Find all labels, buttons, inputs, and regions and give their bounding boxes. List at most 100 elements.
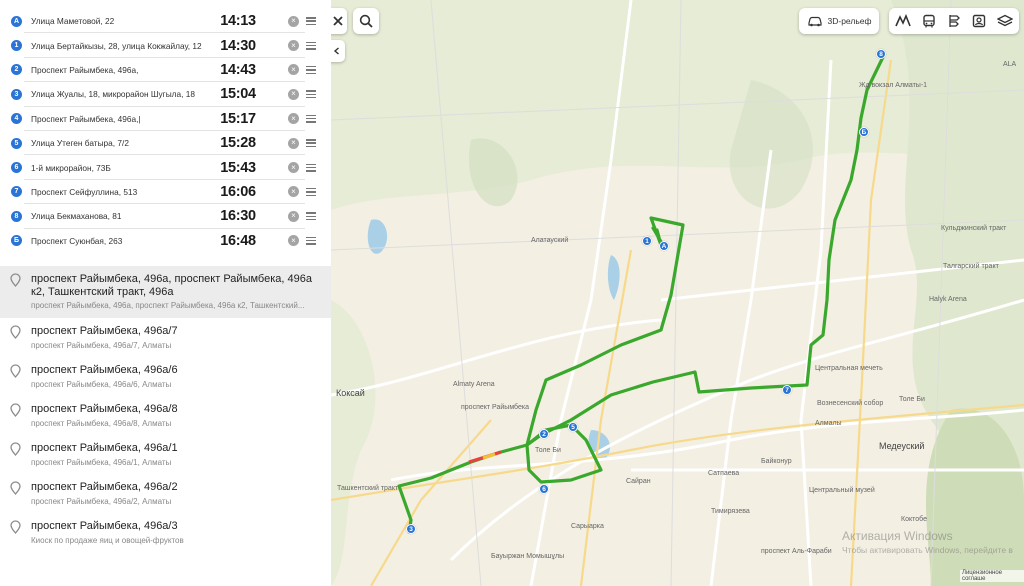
route-stop-row[interactable]: A Улица Маметовой, 22 14:13 × [0,9,331,34]
route-map-marker[interactable]: 5 [568,422,578,432]
route-stop-row[interactable]: 1 Улица Бертайкызы, 28, улица Кокжайлау, … [0,33,331,59]
map-tools [889,8,1019,34]
drag-handle-icon[interactable] [306,187,316,196]
route-stop-address[interactable]: Улица Бекмаханова, 81 [31,211,221,221]
drag-handle-icon[interactable] [306,163,316,172]
close-icon: × [291,40,296,50]
route-stop-row[interactable]: 7 Проспект Сейфуллина, 513 16:06 × [0,180,331,205]
route-icon[interactable] [947,14,961,28]
clear-stop-button[interactable]: × [288,137,299,149]
license-link[interactable]: Лицензионное соглаше [960,570,1024,582]
route-stop-row[interactable]: 3 Улица Жуалы, 18, микрорайон Шугыла, 18 1… [0,82,331,107]
drag-handle-icon[interactable] [306,139,316,148]
suggestion-title: проспект Райымбека, 496а/2 [31,481,178,493]
route-stop-address[interactable]: Улица Маметовой, 22 [31,16,221,26]
suggestion-title: проспект Райымбека, 496а/6 [31,364,178,376]
address-suggestion[interactable]: проспект Райымбека, 496а/3 Киоск по прода… [0,513,331,552]
map-label-al-farabi: проспект Аль-Фараби [761,548,832,555]
clear-stop-button[interactable]: × [288,40,299,52]
close-icon: × [291,64,296,74]
clear-stop-button[interactable]: × [288,64,299,76]
drag-handle-icon[interactable] [306,236,316,245]
route-map-marker[interactable]: 6 [539,484,549,494]
layers-icon[interactable] [997,14,1014,28]
route-map-marker[interactable]: A [659,241,669,251]
route-map-marker[interactable]: Б [859,127,869,137]
close-button[interactable] [331,8,347,34]
address-suggestion[interactable]: проспект Райымбека, 496а/2 проспект Райым… [0,474,331,513]
relief-3d-label: 3D-рельеф [827,16,872,26]
route-map-marker[interactable]: 3 [406,524,416,534]
drag-handle-icon[interactable] [306,90,316,99]
map-label-tole-bi: Толе Би [535,447,561,454]
route-stop-marker: 8 [11,210,22,222]
drag-handle-icon[interactable] [306,212,316,221]
map-label-koksay: Коксай [336,388,365,398]
route-stop-address[interactable]: Проспект Сейфуллина, 513 [31,187,221,197]
map-pin-icon [10,442,21,456]
route-map-marker[interactable]: 2 [539,429,549,439]
route-map-marker[interactable]: 7 [782,385,792,395]
route-stop-address[interactable]: 1-й микрорайон, 73Б [31,163,221,173]
map-label-sarsai: Сарыарка [571,523,604,530]
photo-icon[interactable] [972,14,986,28]
route-stop-time: 16:48 [220,232,256,249]
ruler-icon[interactable] [894,14,911,28]
route-stop-row[interactable]: 6 1-й микрорайон, 73Б 15:43 × [0,155,331,181]
route-stop-row[interactable]: 8 Улица Бекмаханова, 81 16:30 × [0,204,331,229]
search-button[interactable] [353,8,379,34]
map-label-stadium-almaty: Almaty Arena [453,381,495,388]
route-stop-marker: 4 [11,113,22,125]
map-pin-icon [10,403,21,417]
route-stop-row[interactable]: 2 Проспект Райымбека, 496а, 14:43 × [0,58,331,83]
route-stop-time: 14:13 [220,13,256,30]
route-map-marker[interactable]: 1 [642,236,652,246]
route-stop-row[interactable]: 5 Улица Утеген батыра, 7/2 15:28 × [0,131,331,156]
address-suggestion[interactable]: проспект Райымбека, 496а/8 проспект Райым… [0,396,331,435]
map-label-tole-bi-2: Толе Би [899,396,925,403]
drag-handle-icon[interactable] [306,114,316,123]
route-stop-address[interactable]: Улица Утеген батыра, 7/2 [31,138,221,148]
route-stop-address[interactable]: Улица Бертайкызы, 28, улица Кокжайлау, 1… [31,41,221,51]
drag-handle-icon[interactable] [306,17,316,26]
route-map-marker[interactable]: 8 [876,49,886,59]
chevron-left-icon [333,47,339,55]
map-pin-icon [10,481,21,495]
collapse-panel-button[interactable] [331,40,345,62]
drag-handle-icon[interactable] [306,41,316,50]
clear-stop-button[interactable]: × [288,210,299,222]
address-suggestion[interactable]: проспект Райымбека, 496а, проспект Райым… [0,266,331,318]
bus-icon[interactable] [922,14,936,28]
map-view[interactable]: A1 2 3 5 6 7 8 Б Коксай Алатауский Медеуский Almat… [331,0,1024,586]
close-icon: × [291,162,296,172]
clear-stop-button[interactable]: × [288,15,299,27]
address-suggestion[interactable]: проспект Райымбека, 496а/7 проспект Райым… [0,318,331,357]
route-stop-row[interactable]: Б Проспект Суюнбая, 263 16:48 × [0,229,331,253]
close-icon: × [291,186,296,196]
address-suggestion[interactable]: проспект Райымбека, 496а/6 проспект Райым… [0,357,331,396]
map-label-baikonur: Байконур [761,458,792,465]
route-stop-marker: 6 [11,162,22,174]
map-label-almaly: Алмалы [815,420,842,427]
route-stop-row[interactable]: 4 Проспект Райымбека, 496а,| 15:17 × [0,107,331,132]
map-label-voznesensky: Вознесенский собор [817,400,884,407]
address-suggestion[interactable]: проспект Райымбека, 496а/1 проспект Райым… [0,435,331,474]
route-stop-address[interactable]: Проспект Суюнбая, 263 [31,236,221,246]
route-stop-time: 15:04 [220,86,256,103]
route-stop-address[interactable]: Улица Жуалы, 18, микрорайон Шугыла, 18 [31,89,221,99]
route-stop-address[interactable]: Проспект Райымбека, 496а,| [31,114,221,124]
drag-handle-icon[interactable] [306,65,316,74]
clear-stop-button[interactable]: × [288,186,299,198]
map-label-talgarsky: Талгарский тракт [943,263,999,270]
clear-stop-button[interactable]: × [288,162,299,174]
close-icon: × [291,235,296,245]
map-label-satpaeva: Сатпаева [708,470,740,477]
clear-stop-button[interactable]: × [288,113,299,125]
route-stop-time: 14:43 [220,61,256,78]
relief-3d-button[interactable]: 3D-рельеф [799,8,879,34]
clear-stop-button[interactable]: × [288,88,299,100]
suggestion-subtitle: проспект Райымбека, 496а/1, Алматы [31,457,172,467]
route-stop-address[interactable]: Проспект Райымбека, 496а, [31,65,221,75]
clear-stop-button[interactable]: × [288,235,299,247]
suggestion-title: проспект Райымбека, 496а/8 [31,403,178,415]
